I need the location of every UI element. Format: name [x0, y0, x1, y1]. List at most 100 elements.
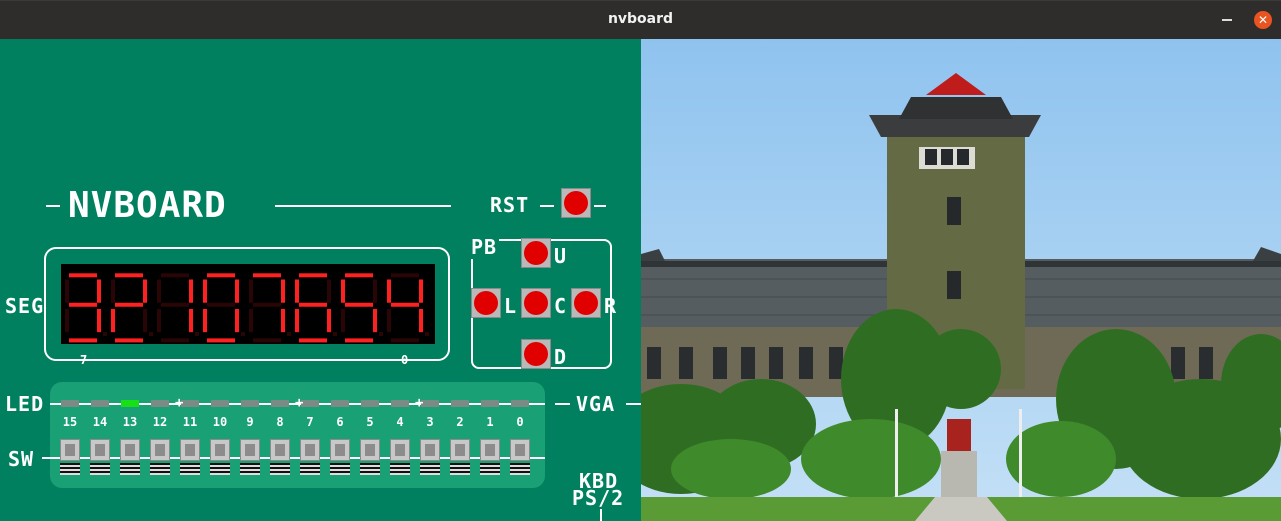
segment-3-b — [235, 279, 239, 303]
rail-marker: + — [175, 395, 184, 411]
pb-button-left[interactable] — [471, 288, 501, 318]
segment-6-g — [345, 302, 373, 307]
segment-6-d — [345, 338, 373, 343]
segment-6-f — [341, 279, 345, 303]
pb-button-center[interactable] — [521, 288, 551, 318]
segment-4-dp — [287, 332, 291, 336]
switch-8[interactable] — [270, 439, 290, 477]
led-number-1: 1 — [486, 415, 494, 429]
segment-6-e — [341, 308, 345, 333]
pb-label-center: C — [554, 294, 568, 318]
segment-1-f — [111, 279, 115, 303]
minimize-button[interactable] — [1222, 19, 1232, 21]
switch-3[interactable] — [420, 439, 440, 477]
rail-marker: + — [415, 395, 424, 411]
segment-3-c — [235, 308, 239, 333]
segment-7-a — [391, 273, 419, 278]
switch-10[interactable] — [210, 439, 230, 477]
segment-2-b — [189, 279, 193, 303]
logo-line-right — [275, 205, 451, 207]
switch-14[interactable] — [90, 439, 110, 477]
led-11 — [181, 400, 199, 407]
led-number-6: 6 — [336, 415, 344, 429]
segment-5-d — [299, 338, 327, 343]
vga-line-right — [626, 403, 641, 405]
led-2 — [451, 400, 469, 407]
led-6 — [331, 400, 349, 407]
switch-2[interactable] — [450, 439, 470, 477]
segment-7-e — [387, 308, 391, 333]
led-label: LED — [5, 392, 45, 416]
segment-5-f — [295, 279, 299, 303]
led-number-8: 8 — [276, 415, 284, 429]
switch-7[interactable] — [300, 439, 320, 477]
switch-12[interactable] — [150, 439, 170, 477]
led-3 — [421, 400, 439, 407]
segment-5-c — [327, 308, 331, 333]
pb-button-right[interactable] — [571, 288, 601, 318]
switch-4[interactable] — [390, 439, 410, 477]
seven-segment-digits — [65, 273, 429, 343]
segment-0-c — [97, 308, 101, 333]
segment-2-f — [157, 279, 161, 303]
switch-15[interactable] — [60, 439, 80, 477]
segment-4-g — [253, 302, 281, 307]
led-7 — [301, 400, 319, 407]
led-12 — [151, 400, 169, 407]
logo-line-left — [46, 205, 60, 207]
segment-5-b — [327, 279, 331, 303]
led-number-0: 0 — [516, 415, 524, 429]
segment-4-e — [249, 308, 253, 333]
vga-display — [641, 39, 1281, 521]
led-9 — [241, 400, 259, 407]
vga-label: VGA — [576, 392, 616, 416]
rst-line-right — [594, 205, 606, 207]
segment-7-g — [391, 302, 419, 307]
segment-6-b — [373, 279, 377, 303]
rst-label: RST — [490, 193, 530, 217]
switch-6[interactable] — [330, 439, 350, 477]
segment-0-e — [65, 308, 69, 333]
segment-2-d — [161, 338, 189, 343]
pb-label-up: U — [554, 244, 568, 268]
switch-1[interactable] — [480, 439, 500, 477]
segment-6-dp — [379, 332, 383, 336]
sw-label: SW — [8, 447, 35, 471]
switch-9[interactable] — [240, 439, 260, 477]
segment-3-d — [207, 338, 235, 343]
switch-5[interactable] — [360, 439, 380, 477]
led-number-15: 15 — [62, 415, 78, 429]
close-button[interactable]: ✕ — [1254, 11, 1272, 29]
pb-label-left: L — [504, 294, 518, 318]
led-number-11: 11 — [182, 415, 198, 429]
pb-button-down[interactable] — [521, 339, 551, 369]
window-titlebar: nvboard ✕ — [0, 0, 1281, 39]
switch-13[interactable] — [120, 439, 140, 477]
seven-segment-display — [61, 264, 435, 344]
nvboard-logo: NVBOARD — [68, 185, 227, 226]
segment-7-c — [419, 308, 423, 333]
segment-1-g — [115, 302, 143, 307]
segment-1-a — [115, 273, 143, 278]
seg-index-left: 7 — [80, 353, 88, 367]
segment-1-b — [143, 279, 147, 303]
seg-label: SEG — [5, 294, 45, 318]
switch-11[interactable] — [180, 439, 200, 477]
segment-5-e — [295, 308, 299, 333]
rst-button[interactable] — [561, 188, 591, 218]
segment-7-dp — [425, 332, 429, 336]
vga-line-left — [555, 403, 570, 405]
led-number-13: 13 — [122, 415, 138, 429]
segment-4-d — [253, 338, 281, 343]
segment-6-c — [373, 308, 377, 333]
led-0 — [511, 400, 529, 407]
led-5 — [361, 400, 379, 407]
vga-scene-image — [641, 39, 1281, 521]
pb-button-up[interactable] — [521, 238, 551, 268]
switch-0[interactable] — [510, 439, 530, 477]
rail-marker: + — [295, 395, 304, 411]
segment-3-e — [203, 308, 207, 333]
segment-7-b — [419, 279, 423, 303]
led-number-9: 9 — [246, 415, 254, 429]
rst-line-left — [540, 205, 554, 207]
